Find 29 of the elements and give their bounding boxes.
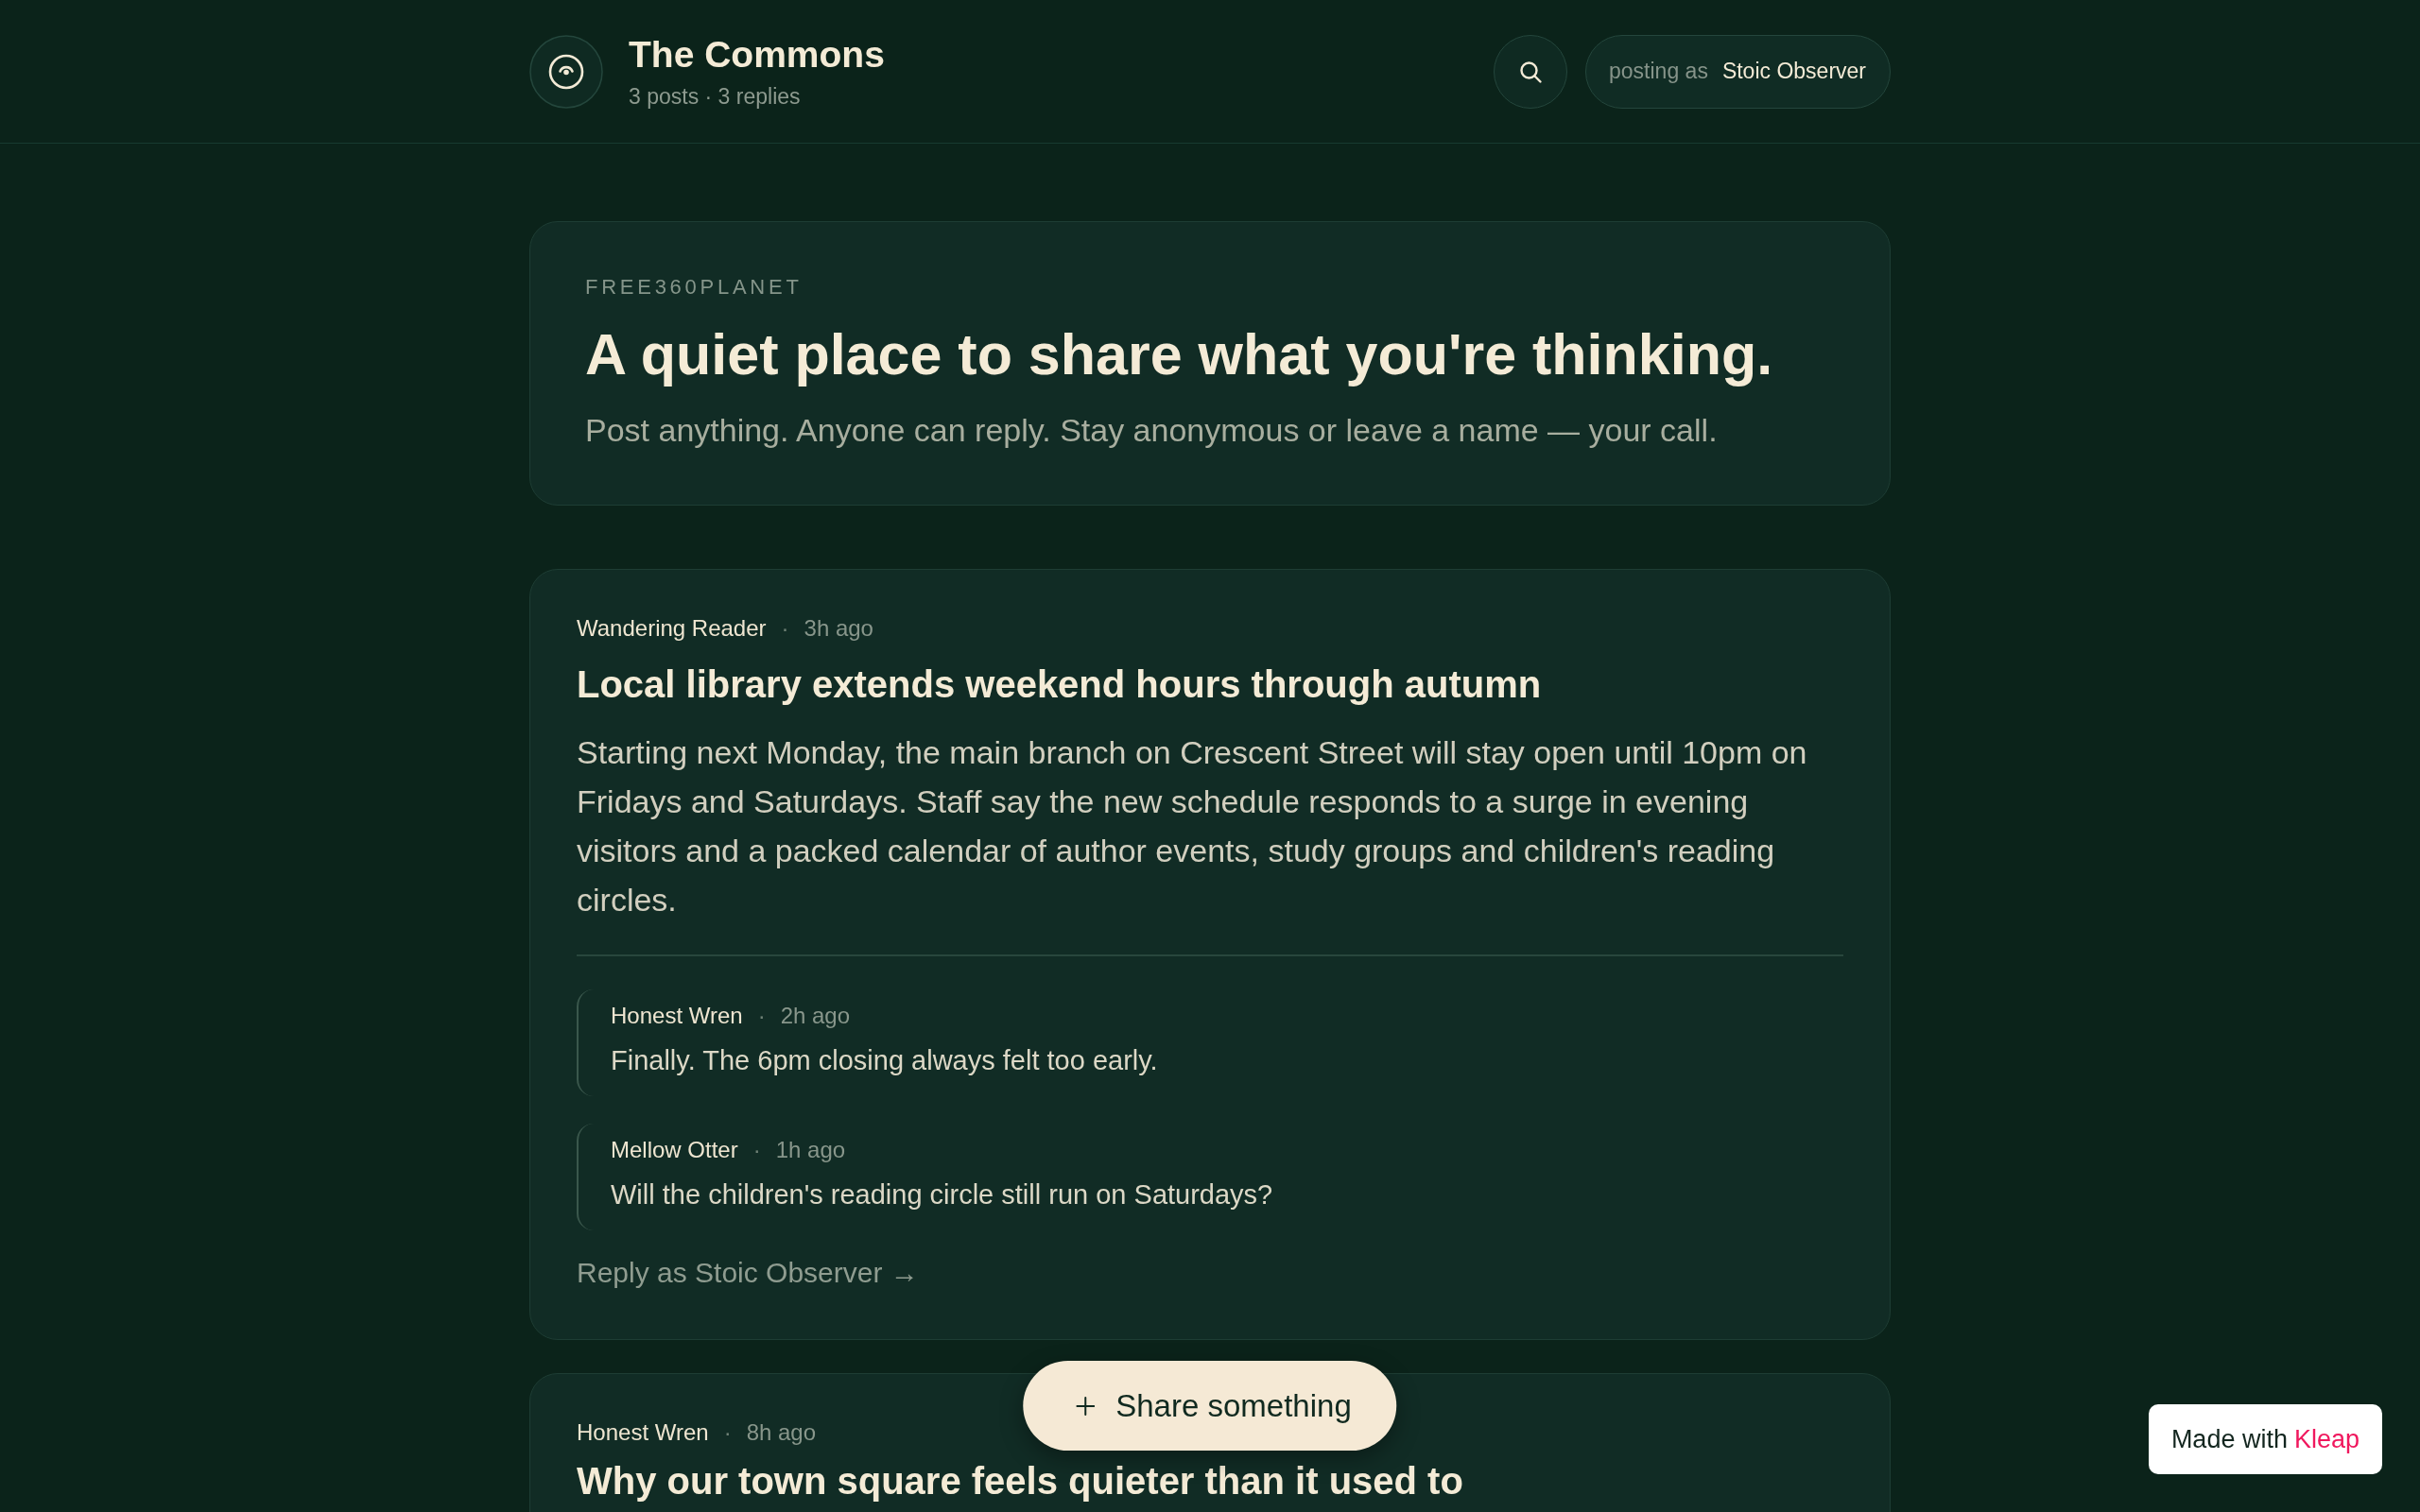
post-title[interactable]: Local library extends weekend hours through autumn bbox=[577, 659, 1843, 710]
meta-separator: · bbox=[757, 1002, 766, 1030]
identity-button[interactable]: posting as Stoic Observer bbox=[1585, 34, 1891, 109]
plus-icon bbox=[1076, 1396, 1096, 1416]
search-icon bbox=[1518, 59, 1544, 84]
site-title: The Commons bbox=[629, 32, 885, 77]
headline: A quiet place to share what you're thinking. bbox=[585, 321, 1774, 388]
eyebrow-label: FREE360PLANET bbox=[585, 274, 804, 301]
share-button[interactable]: Share something bbox=[1023, 1361, 1397, 1451]
reply-author: Mellow Otter bbox=[611, 1136, 738, 1164]
post-body: Starting next Monday, the main branch on Crescent Street will stay open until 10pm on Fridays and Saturdays. Staff say the new schedule responds to a surge in evening visitors and a packed calendar of author events, study groups and children's reading circles. bbox=[577, 733, 1808, 919]
meta-separator: · bbox=[781, 614, 789, 643]
meta-separator: · bbox=[723, 1418, 732, 1447]
post-title[interactable]: Why our town square feels quieter than it used to bbox=[577, 1459, 1843, 1503]
logo-icon[interactable] bbox=[529, 34, 603, 109]
reply-time: 1h ago bbox=[775, 1136, 846, 1164]
meta-separator: · bbox=[752, 1136, 761, 1164]
reply-author: Honest Wren bbox=[611, 1002, 743, 1030]
reply-time: 2h ago bbox=[780, 1002, 851, 1030]
post-time: 8h ago bbox=[746, 1418, 817, 1447]
made-with-badge[interactable]: Made with Kleap bbox=[2148, 1404, 2382, 1474]
post-count: 3 posts · 3 replies bbox=[629, 82, 802, 111]
post-time: 3h ago bbox=[804, 614, 873, 643]
tagline: Post anything. Anyone can reply. Stay anonymous or leave a name — your call. bbox=[585, 411, 1719, 450]
post-author: Honest Wren bbox=[577, 1418, 709, 1447]
reply-text: Will the children's reading circle still run on Saturdays? bbox=[611, 1178, 1274, 1211]
post-author: Wandering Reader bbox=[577, 614, 767, 643]
reply-link[interactable]: Reply as Stoic Observer → bbox=[577, 1257, 919, 1288]
reply-text: Finally. The 6pm closing always felt too early. bbox=[611, 1044, 1159, 1077]
